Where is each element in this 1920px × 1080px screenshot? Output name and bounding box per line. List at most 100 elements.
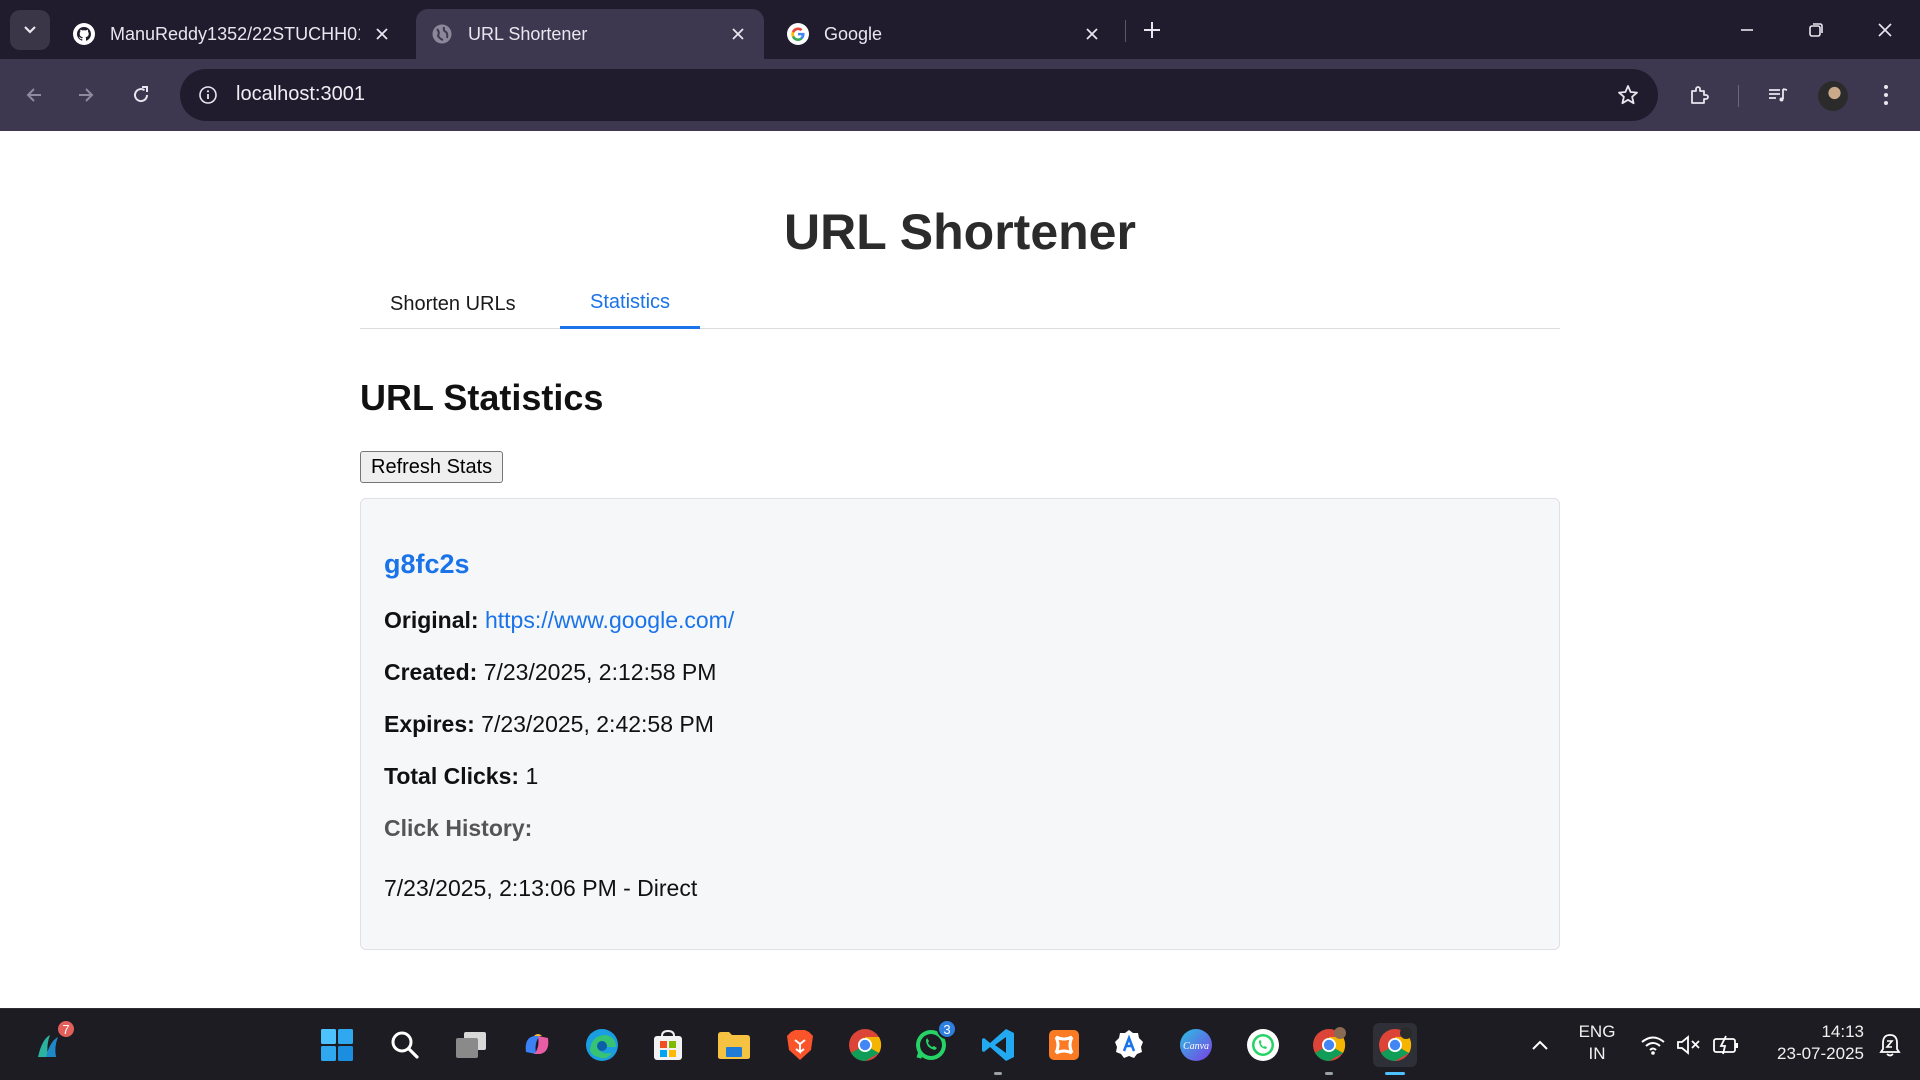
close-icon[interactable] <box>1080 22 1104 46</box>
tab-divider <box>1125 20 1126 42</box>
browser-tab-github[interactable]: ManuReddy1352/22STUCHH01 <box>58 9 408 59</box>
app-tabs: Shorten URLs Statistics <box>360 279 1560 329</box>
globe-icon <box>430 22 454 46</box>
address-text: localhost:3001 <box>236 83 365 105</box>
minimize-button[interactable] <box>1724 8 1770 52</box>
active-indicator <box>1385 1072 1405 1075</box>
copilot-icon <box>525 1034 549 1054</box>
input-language[interactable]: ENG IN <box>1572 1021 1622 1065</box>
forward-button[interactable] <box>66 75 106 115</box>
toolbar-divider <box>1738 85 1739 107</box>
edge-icon <box>586 1029 618 1061</box>
bookmark-star-icon[interactable] <box>1614 81 1642 109</box>
site-info-icon[interactable] <box>194 81 222 109</box>
battery-charging-icon <box>1713 1035 1738 1055</box>
notifications-button[interactable] <box>1868 1023 1912 1067</box>
clock[interactable]: 14:13 23-07-2025 <box>1754 1021 1864 1065</box>
taskbar: 7 3 Canva ENG IN 14:13 23-07-2025 <box>0 1008 1920 1080</box>
restore-icon <box>1809 23 1823 37</box>
new-tab-button[interactable] <box>1136 14 1168 46</box>
tab-shorten-urls[interactable]: Shorten URLs <box>360 279 546 329</box>
close-icon <box>1878 23 1892 37</box>
created-label: Created: <box>384 659 478 685</box>
expires-label: Expires: <box>384 711 475 737</box>
browser-menu-button[interactable] <box>1866 75 1906 115</box>
chevron-up-icon <box>1532 1040 1548 1050</box>
edge-button[interactable] <box>580 1023 624 1067</box>
created-row: Created: 7/23/2025, 2:12:58 PM <box>384 659 716 686</box>
back-button[interactable] <box>14 75 54 115</box>
region-code: IN <box>1588 1044 1606 1063</box>
tab-title: Google <box>824 23 883 44</box>
speaker-muted-icon <box>1677 1035 1700 1055</box>
window-close-button[interactable] <box>1862 8 1908 52</box>
brave-button[interactable] <box>778 1023 822 1067</box>
windows-logo-icon <box>321 1029 353 1061</box>
search-button[interactable] <box>383 1023 427 1067</box>
canva-button[interactable]: Canva <box>1174 1023 1218 1067</box>
xampp-button[interactable] <box>1042 1023 1086 1067</box>
browser-tab-url-shortener[interactable]: URL Shortener <box>416 9 764 59</box>
google-icon <box>786 22 810 46</box>
plus-icon <box>1144 22 1160 38</box>
clicks-label: Total Clicks: <box>384 763 520 789</box>
whatsapp-button[interactable]: 3 <box>909 1019 957 1067</box>
clicks-row: Total Clicks: 1 <box>384 763 538 790</box>
chevron-down-icon <box>24 26 36 34</box>
vscode-icon <box>982 1029 1014 1061</box>
restore-button[interactable] <box>1793 8 1839 52</box>
quick-settings-button[interactable] <box>1630 1023 1750 1067</box>
page-content: URL Shortener Shorten URLs Statistics UR… <box>0 131 1920 1008</box>
show-hidden-icons-button[interactable] <box>1518 1023 1562 1067</box>
browser-tab-google[interactable]: Google <box>772 9 1118 59</box>
original-url-link[interactable]: https://www.google.com/ <box>485 607 734 633</box>
badge-app-icon <box>1115 1030 1143 1058</box>
start-button[interactable] <box>315 1023 359 1067</box>
section-title: URL Statistics <box>360 377 604 418</box>
tab-search-button[interactable] <box>10 10 50 50</box>
canva-icon: Canva <box>1180 1029 1212 1061</box>
chrome-button[interactable] <box>843 1023 887 1067</box>
expires-row: Expires: 7/23/2025, 2:42:58 PM <box>384 711 714 738</box>
copilot-button[interactable] <box>515 1023 559 1067</box>
close-icon[interactable] <box>726 22 750 46</box>
chrome-active-icon <box>1379 1027 1412 1061</box>
svg-text:Canva: Canva <box>1183 1041 1209 1052</box>
media-controls-button[interactable] <box>1758 75 1798 115</box>
widgets-button[interactable]: 7 <box>28 1019 76 1067</box>
arrow-right-icon <box>79 88 94 102</box>
running-indicator <box>994 1072 1002 1075</box>
file-explorer-button[interactable] <box>712 1023 756 1067</box>
page-title: URL Shortener <box>784 204 1136 260</box>
clock-time: 14:13 <box>1821 1022 1864 1041</box>
short-code[interactable]: g8fc2s <box>384 549 470 580</box>
task-view-button[interactable] <box>449 1023 493 1067</box>
task-view-icon <box>456 1032 486 1058</box>
wifi-icon <box>1641 1036 1665 1055</box>
tab-statistics[interactable]: Statistics <box>560 279 701 329</box>
whatsapp-badge: 3 <box>937 1019 957 1039</box>
original-label: Original: <box>384 607 479 633</box>
close-icon[interactable] <box>370 22 394 46</box>
minimize-icon <box>1741 29 1753 31</box>
github-icon <box>72 22 96 46</box>
folder-icon <box>718 1032 750 1059</box>
address-bar[interactable]: localhost:3001 <box>180 69 1658 121</box>
whatsapp-web-button[interactable] <box>1241 1023 1285 1067</box>
brave-icon <box>787 1030 813 1060</box>
extensions-button[interactable] <box>1679 75 1719 115</box>
profile-avatar[interactable] <box>1818 81 1848 111</box>
refresh-stats-button[interactable]: Refresh Stats <box>360 451 504 483</box>
puzzle-icon <box>1691 86 1709 104</box>
whatsapp-web-icon <box>1247 1029 1279 1061</box>
more-vertical-icon <box>1884 85 1888 105</box>
running-indicator <box>1325 1072 1333 1075</box>
browser-tab-strip: ManuReddy1352/22STUCHH01 URL Shortener G… <box>0 0 1920 59</box>
reload-button[interactable] <box>121 75 161 115</box>
chrome-profile-button[interactable] <box>1307 1023 1351 1075</box>
app-button[interactable] <box>1107 1023 1151 1067</box>
bell-snooze-icon <box>1879 1034 1901 1057</box>
store-button[interactable] <box>646 1023 690 1067</box>
chrome-active-button[interactable] <box>1373 1023 1417 1075</box>
vscode-button[interactable] <box>976 1023 1020 1075</box>
